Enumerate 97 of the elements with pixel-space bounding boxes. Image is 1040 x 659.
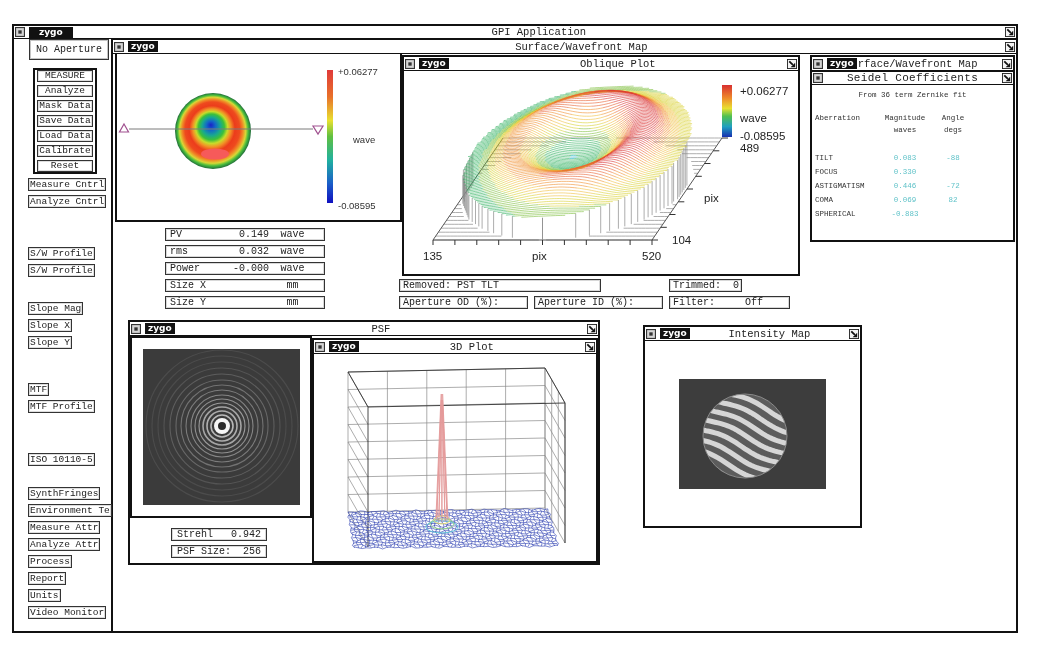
window-title: PSF — [371, 322, 391, 335]
status-label: Aperture ID (%): — [538, 297, 634, 308]
diagonal-arrow-icon[interactable] — [1002, 58, 1012, 69]
window-menu-icon[interactable] — [15, 27, 25, 37]
window-menu-icon[interactable] — [405, 58, 415, 69]
diagonal-arrow-icon[interactable] — [1005, 41, 1015, 52]
window-title: GPI Application — [491, 26, 587, 38]
logo: zygo — [145, 323, 175, 334]
readout-label: PSF Size: — [177, 546, 231, 557]
up-triangle-icon[interactable] — [118, 122, 130, 133]
aperture-button[interactable]: No Aperture — [29, 39, 109, 60]
axis-title: pix — [532, 250, 547, 262]
action-button[interactable]: Reset — [37, 160, 93, 172]
readout-label: Size Y — [170, 297, 206, 308]
action-button[interactable]: Analyze — [37, 85, 93, 97]
window-menu-icon[interactable] — [114, 41, 124, 52]
axis-title: pix — [704, 192, 719, 204]
sidebar-button[interactable]: MTF — [28, 383, 50, 396]
logo: zygo — [419, 58, 449, 69]
window-menu-icon[interactable] — [646, 328, 656, 339]
window-title: Intensity Map — [728, 327, 811, 340]
readout-value: -0.000 — [233, 263, 269, 274]
scale-min-label: -0.08595 — [338, 200, 376, 211]
sidebar-button[interactable]: MTF Profile — [28, 400, 95, 413]
sidebar-button[interactable]: Video Monitor — [28, 606, 107, 619]
axis-tick-label: 489 — [740, 142, 760, 154]
sidebar-button[interactable]: Environment Te — [28, 504, 112, 517]
scale-max-label: +0.06277 — [740, 85, 789, 97]
window-title: rface/Wavefront Map — [857, 57, 978, 70]
action-button[interactable]: Calibrate — [37, 145, 93, 157]
readout-value: 256 — [243, 546, 261, 557]
window-menu-icon[interactable] — [131, 323, 141, 334]
diagonal-arrow-icon[interactable] — [587, 323, 597, 334]
axis-tick-label: 135 — [423, 250, 443, 262]
sidebar-button[interactable]: Slope Mag — [28, 302, 84, 315]
status-label: Removed: — [403, 280, 451, 291]
logo: zygo — [128, 41, 158, 52]
unit-label: mm — [286, 280, 299, 291]
unit-label: mm — [286, 297, 299, 308]
scale-max-label: +0.06277 — [338, 66, 378, 77]
window-title: 3D Plot — [449, 340, 494, 353]
sidebar-button[interactable]: Slope X — [28, 319, 72, 332]
status-label: Filter: — [673, 297, 715, 308]
window-title: Surface/Wavefront Map — [515, 40, 648, 53]
readout-value: 0.942 — [231, 529, 261, 540]
readout-label: Size X — [170, 280, 206, 291]
sidebar-button[interactable]: Measure Cntrl — [28, 178, 107, 191]
readout-value: 0.032 — [239, 246, 269, 257]
diagonal-arrow-icon[interactable] — [585, 341, 595, 352]
sidebar-button[interactable]: Process — [28, 555, 72, 568]
action-button[interactable]: Save Data — [37, 115, 93, 127]
scale-unit-label: wave — [353, 134, 376, 145]
unit-label: wave — [280, 263, 305, 274]
status-label: Aperture OD (%): — [403, 297, 499, 308]
readout-value: 0.149 — [239, 229, 269, 240]
logo: zygo — [29, 26, 73, 38]
axis-tick-label: 104 — [672, 234, 692, 246]
status-value: 0 — [733, 280, 740, 291]
action-button[interactable]: Mask Data — [37, 100, 93, 112]
window-title: Oblique Plot — [580, 57, 656, 70]
logo: zygo — [329, 341, 359, 352]
readout-label: PV — [170, 229, 182, 240]
diagonal-arrow-icon[interactable] — [787, 58, 797, 69]
scale-min-label: -0.08595 — [740, 130, 786, 142]
axis-tick-label: 520 — [642, 250, 662, 262]
color-scale-bar — [722, 85, 732, 137]
unit-label: wave — [280, 229, 305, 240]
sidebar-button[interactable]: ISO 10110-5 — [28, 453, 95, 466]
action-button[interactable]: Load Data — [37, 130, 93, 142]
status-value: Off — [745, 297, 764, 308]
sidebar-button[interactable]: SynthFringes — [28, 487, 101, 500]
sidebar-button[interactable]: Analyze Attr — [28, 538, 101, 551]
readout-label: Power — [170, 263, 200, 274]
sidebar-button[interactable]: S/W Profile — [28, 264, 95, 277]
window-title: Seidel Coefficients — [846, 72, 979, 84]
sidebar-button[interactable]: Measure Attr — [28, 521, 101, 534]
status-label: Trimmed: — [673, 280, 721, 291]
action-button[interactable]: MEASURE — [37, 70, 93, 82]
window-menu-icon[interactable] — [315, 341, 325, 352]
sidebar-button[interactable]: Analyze Cntrl — [28, 195, 107, 208]
readout-label: rms — [170, 246, 188, 257]
sidebar-button[interactable]: Units — [28, 589, 61, 602]
logo: zygo — [660, 328, 690, 339]
unit-label: wave — [280, 246, 305, 257]
diagonal-arrow-icon[interactable] — [1002, 73, 1012, 83]
logo: zygo — [827, 58, 857, 69]
diagonal-arrow-icon[interactable] — [849, 328, 859, 339]
sidebar-button[interactable]: S/W Profile — [28, 247, 95, 260]
readout-label: Strehl — [177, 529, 213, 540]
scale-unit-label: wave — [740, 112, 767, 124]
window-menu-icon[interactable] — [813, 58, 823, 69]
diagonal-arrow-icon[interactable] — [1005, 27, 1015, 37]
down-triangle-icon[interactable] — [311, 125, 325, 136]
sidebar-button[interactable]: Slope Y — [28, 336, 72, 349]
window-menu-icon[interactable] — [813, 73, 823, 83]
sidebar-button[interactable]: Report — [28, 572, 67, 585]
status-value: PST TLT — [457, 280, 500, 291]
